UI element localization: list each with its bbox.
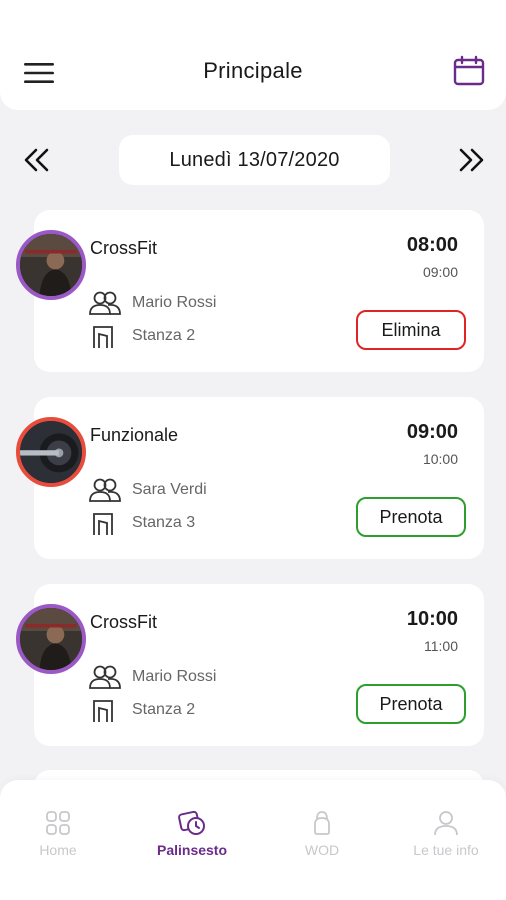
- room-name: Stanza 2: [132, 327, 196, 344]
- book-button[interactable]: Prenota: [356, 497, 466, 537]
- kettlebell-icon: [314, 811, 330, 835]
- trainer-name: Sara Verdi: [132, 481, 207, 498]
- session-card[interactable]: CrossFit 08:00 09:00 Mario Rossi Stanza …: [16, 210, 484, 372]
- tab-le-tue-info[interactable]: Le tue info: [391, 808, 501, 858]
- class-name: CrossFit: [90, 612, 157, 632]
- door-icon: [93, 326, 113, 348]
- delete-booking-button[interactable]: Elimina: [356, 310, 466, 350]
- tab-wod[interactable]: WOD: [267, 808, 377, 858]
- schedule-icon: [178, 810, 205, 835]
- room-name: Stanza 2: [132, 701, 196, 718]
- door-icon: [93, 700, 113, 722]
- end-time: 10:00: [422, 451, 458, 467]
- tab-le-tue-info-label: Le tue info: [413, 842, 479, 858]
- tab-palinsesto-label: Palinsesto: [156, 842, 228, 858]
- class-name: Funzionale: [90, 425, 179, 445]
- start-time: 08:00: [406, 234, 458, 256]
- previous-day-icon[interactable]: [22, 147, 52, 173]
- current-date[interactable]: Lunedì 13/07/2020: [119, 135, 390, 185]
- room-name: Stanza 3: [132, 514, 196, 531]
- user-icon: [434, 811, 458, 836]
- class-avatar: [16, 230, 86, 300]
- barbell-photo-icon: [20, 421, 82, 483]
- session-card[interactable]: Funzionale 09:00 10:00 Sara Verdi Stanza…: [16, 397, 484, 559]
- class-avatar: [16, 604, 86, 674]
- page-title: Principale: [203, 58, 303, 83]
- class-avatar: [16, 417, 86, 487]
- tab-wod-label: WOD: [304, 842, 340, 858]
- crossfit-photo-icon: [20, 608, 82, 670]
- class-name: CrossFit: [90, 238, 157, 258]
- start-time: 10:00: [406, 608, 458, 630]
- trainer-people-icon: [89, 478, 121, 502]
- trainer-name: Mario Rossi: [132, 294, 217, 311]
- trainer-people-icon: [89, 665, 121, 689]
- grid-icon: [46, 811, 70, 835]
- date-navigator: Lunedì 13/07/2020: [0, 135, 506, 185]
- next-day-icon[interactable]: [456, 147, 486, 173]
- end-time: 11:00: [424, 638, 458, 654]
- tab-palinsesto[interactable]: Palinsesto: [137, 808, 247, 858]
- calendar-icon[interactable]: [452, 55, 486, 87]
- session-card[interactable]: CrossFit 10:00 11:00 Mario Rossi Stanza …: [16, 584, 484, 746]
- door-icon: [93, 513, 113, 535]
- trainer-name: Mario Rossi: [132, 668, 217, 685]
- top-app-bar: Principale: [0, 0, 506, 110]
- start-time: 09:00: [406, 421, 458, 443]
- tab-home-label: Home: [39, 842, 77, 858]
- bottom-tab-bar: Home Palinsesto WOD Le tue info: [0, 780, 506, 900]
- current-date-label: Lunedì 13/07/2020: [169, 148, 340, 171]
- end-time: 09:00: [422, 264, 458, 280]
- button-label: Prenota: [379, 506, 443, 527]
- book-button[interactable]: Prenota: [356, 684, 466, 724]
- trainer-people-icon: [89, 291, 121, 315]
- button-label: Prenota: [379, 693, 443, 714]
- button-label: Elimina: [381, 319, 441, 340]
- tab-home[interactable]: Home: [3, 808, 113, 858]
- crossfit-photo-icon: [20, 234, 82, 296]
